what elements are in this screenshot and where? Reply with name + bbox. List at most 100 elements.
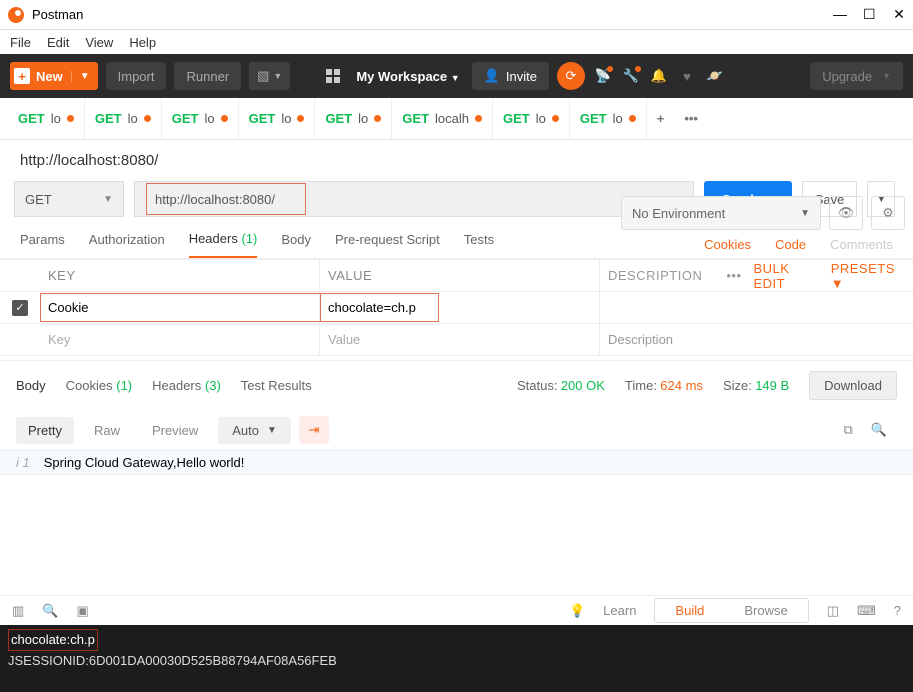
new-button[interactable]: + New ▼ (10, 62, 98, 90)
tab-authorization[interactable]: Authorization (89, 232, 165, 257)
resp-tab-cookies[interactable]: Cookies (1) (66, 378, 132, 393)
url-input[interactable]: http://localhost:8080/ (146, 183, 306, 215)
time-label: Time: 624 ms (625, 378, 703, 393)
view-preview[interactable]: Preview (140, 417, 210, 444)
request-tabs: GETlo GETlo GETlo GETlo GETlo GETlocalh … (0, 98, 913, 140)
comments-link[interactable]: Comments (830, 237, 893, 252)
console-output: chocolate:ch.p JSESSIONID:6D001DA00030D5… (0, 625, 913, 692)
tab-8[interactable]: GETlo (570, 98, 647, 140)
close-button[interactable]: ✕ (893, 6, 905, 23)
console-icon[interactable]: ▣ (76, 603, 88, 619)
open-new-button[interactable]: ▧ ▼ (249, 62, 290, 90)
header-key-placeholder[interactable]: Key (40, 324, 320, 355)
view-raw[interactable]: Raw (82, 417, 132, 444)
search-response-icon[interactable]: 🔍 (871, 422, 887, 438)
col-key: KEY (40, 260, 320, 291)
menu-bar: File Edit View Help (0, 30, 913, 54)
header-key-input[interactable]: Cookie (40, 292, 320, 323)
invite-button[interactable]: 👤 Invite (472, 62, 549, 90)
download-button[interactable]: Download (809, 371, 897, 400)
menu-view[interactable]: View (85, 35, 113, 50)
tab-4[interactable]: GETlo (239, 98, 316, 140)
col-value: VALUE (320, 260, 600, 291)
heart-icon[interactable]: ♥ (677, 69, 697, 84)
environment-quicklook-button[interactable]: 👁 (829, 196, 863, 230)
tab-2[interactable]: GETlo (85, 98, 162, 140)
tab-5[interactable]: GETlo (315, 98, 392, 140)
resp-tab-tests[interactable]: Test Results (241, 378, 312, 393)
request-name[interactable]: http://localhost:8080/ (0, 140, 913, 181)
tab-params[interactable]: Params (20, 232, 65, 257)
col-desc: DESCRIPTION (608, 268, 702, 283)
maximize-button[interactable]: ☐ (863, 6, 875, 23)
title-bar: Postman — ☐ ✕ (0, 0, 913, 30)
line-number: i 1 (16, 455, 30, 470)
view-pretty[interactable]: Pretty (16, 417, 74, 444)
person-plus-icon: 👤 (484, 68, 500, 84)
tab-1[interactable]: GETlo (8, 98, 85, 140)
wrap-lines-button[interactable]: ⇥ (299, 416, 329, 444)
header-value-placeholder[interactable]: Value (320, 324, 600, 355)
resp-tab-body[interactable]: Body (16, 378, 46, 393)
sync-button[interactable]: ⟳ (557, 62, 585, 90)
headers-table: KEY VALUE DESCRIPTION ••• Bulk Edit Pres… (0, 259, 913, 356)
presets-dropdown[interactable]: Presets ▼ (831, 261, 905, 291)
keyboard-icon[interactable]: ⌨ (857, 603, 876, 619)
browse-mode[interactable]: Browse (724, 599, 807, 622)
workspace-selector[interactable]: My Workspace ▼ (356, 69, 459, 84)
build-mode[interactable]: Build (655, 599, 724, 622)
http-method-selector[interactable]: GET▼ (14, 181, 124, 217)
copy-response-icon[interactable]: ⧉ (844, 422, 853, 438)
size-label: Size: 149 B (723, 378, 789, 393)
settings-wrench-icon[interactable]: 🔧 (621, 68, 641, 84)
sidebar-toggle-icon[interactable]: ▥ (12, 603, 24, 619)
environment-settings-button[interactable]: ⚙ (871, 196, 905, 230)
learn-link[interactable]: Learn (603, 603, 636, 618)
tab-7[interactable]: GETlo (493, 98, 570, 140)
planet-icon[interactable]: 🪐 (705, 68, 725, 84)
console-line-2: JSESSIONID:6D001DA00030D525B88794AF08A56… (8, 651, 905, 671)
menu-help[interactable]: Help (129, 35, 156, 50)
environment-selector[interactable]: No Environment▼ (621, 196, 821, 230)
sync-icon: ⟳ (566, 68, 577, 84)
main-toolbar: + New ▼ Import Runner ▧ ▼ My Workspace ▼… (0, 54, 913, 98)
help-icon[interactable]: ? (894, 603, 901, 618)
tab-6[interactable]: GETlocalh (392, 98, 493, 140)
new-dropdown[interactable]: ▼ (71, 71, 98, 82)
capture-icon[interactable]: 📡 (593, 68, 613, 84)
response-body-text: Spring Cloud Gateway,Hello world! (44, 455, 245, 470)
workspace-grid-icon (326, 69, 340, 83)
tab-body[interactable]: Body (281, 232, 311, 257)
cookies-link[interactable]: Cookies (704, 237, 751, 252)
minimize-button[interactable]: — (833, 6, 845, 23)
code-link[interactable]: Code (775, 237, 806, 252)
notifications-icon[interactable]: 🔔 (649, 68, 669, 84)
tab-tests[interactable]: Tests (464, 232, 494, 257)
runner-button[interactable]: Runner (174, 62, 241, 90)
header-desc-placeholder[interactable]: Description (600, 332, 913, 347)
menu-edit[interactable]: Edit (47, 35, 69, 50)
window-title: Postman (32, 7, 833, 22)
eye-icon: 👁 (838, 205, 855, 221)
table-more-icon[interactable]: ••• (726, 268, 741, 283)
tab-3[interactable]: GETlo (162, 98, 239, 140)
add-tab-button[interactable]: + (647, 111, 675, 126)
response-body-area[interactable] (0, 475, 913, 595)
format-selector[interactable]: Auto▼ (218, 417, 291, 444)
tab-headers[interactable]: Headers (1) (189, 231, 258, 258)
postman-logo-icon (8, 7, 24, 23)
menu-file[interactable]: File (10, 35, 31, 50)
console-line-1: chocolate:ch.p (8, 629, 98, 651)
tab-prerequest[interactable]: Pre-request Script (335, 232, 440, 257)
bulk-edit-link[interactable]: Bulk Edit (754, 261, 819, 291)
upgrade-button[interactable]: Upgrade▼ (810, 62, 903, 90)
find-icon[interactable]: 🔍 (42, 603, 58, 619)
resp-tab-headers[interactable]: Headers (3) (152, 378, 221, 393)
header-value-input[interactable]: chocolate=ch.p (320, 292, 600, 323)
row-checkbox[interactable]: ✓ (12, 300, 28, 316)
import-button[interactable]: Import (106, 62, 167, 90)
gear-icon: ⚙ (882, 205, 894, 221)
bootcamp-icon[interactable]: 💡 (569, 603, 585, 619)
tab-overflow-button[interactable]: ••• (674, 111, 708, 126)
two-pane-icon[interactable]: ◫ (827, 603, 839, 619)
